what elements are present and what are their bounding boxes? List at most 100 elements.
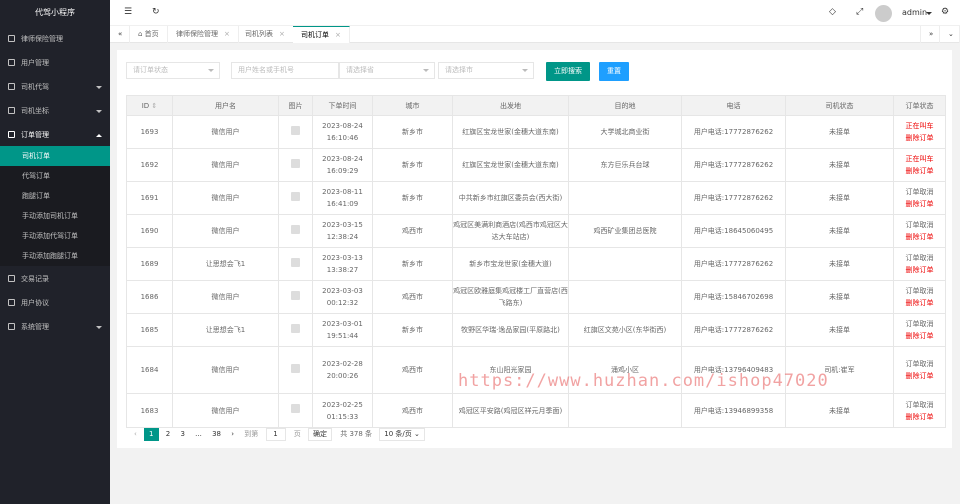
close-icon[interactable]: ×: [279, 30, 285, 38]
page-3[interactable]: 3: [177, 428, 187, 441]
prev-page-icon[interactable]: ‹: [131, 428, 140, 441]
sidebar-item-driver-service[interactable]: 司机代驾: [0, 77, 110, 98]
cell-date: 2023-08-11: [322, 188, 363, 196]
sidebar-item-users[interactable]: 用户管理: [0, 53, 110, 74]
order-status-action[interactable]: 订单取消: [895, 252, 945, 264]
avatar-thumbnail[interactable]: [291, 363, 300, 373]
delete-order-link[interactable]: 删除订单: [895, 165, 945, 177]
delete-order-link[interactable]: 删除订单: [895, 231, 945, 243]
city-select[interactable]: 请选择市: [438, 62, 534, 79]
page-1[interactable]: 1: [144, 428, 159, 441]
sidebar-item-system[interactable]: 系统管理: [0, 317, 110, 338]
cell-city: 新乡市: [372, 148, 453, 182]
avatar-thumbnail[interactable]: [291, 224, 300, 234]
sidebar-item-driver-location[interactable]: 司机坐标: [0, 101, 110, 122]
sidebar-item-orders[interactable]: 订单管理: [0, 125, 110, 146]
sidebar-item-lawyer-insurance[interactable]: 律师保险管理: [0, 29, 110, 50]
submenu-driver-orders[interactable]: 司机订单: [0, 146, 110, 166]
avatar-thumbnail[interactable]: [291, 404, 300, 413]
per-page-select[interactable]: 10 条/页 ⌄: [379, 428, 425, 441]
province-select[interactable]: 请选择省: [339, 62, 435, 79]
goto-label: 到第: [244, 430, 259, 438]
order-status-action[interactable]: 订单取消: [895, 285, 945, 297]
close-icon[interactable]: ×: [335, 31, 341, 39]
cell-time: 2023-08-11 16:41:09: [312, 181, 373, 215]
tab-driver-orders[interactable]: 司机订单 ×: [293, 26, 350, 43]
cell-id: 1693: [126, 115, 173, 149]
avatar-thumbnail[interactable]: [291, 290, 300, 300]
tab-home[interactable]: ⌂ 首页: [130, 26, 168, 43]
avatar-thumbnail[interactable]: [291, 323, 300, 333]
tabs-scroll-right-icon[interactable]: »: [920, 26, 940, 43]
cell-to: 鸡西矿业集团总医院: [568, 214, 682, 248]
cell-image: [278, 346, 313, 394]
order-status-action[interactable]: 正在叫车: [895, 153, 945, 165]
confirm-button[interactable]: 确定: [307, 428, 332, 441]
delete-order-link[interactable]: 删除订单: [895, 297, 945, 309]
avatar-thumbnail[interactable]: [291, 191, 300, 201]
order-status-action[interactable]: 订单取消: [895, 219, 945, 231]
fullscreen-icon[interactable]: ⤢: [856, 7, 863, 17]
tab-lawyer-insurance[interactable]: 律师保险管理 ×: [168, 26, 239, 43]
tab-label: 首页: [144, 30, 159, 38]
cell-phone: 用户电话:18645060495: [681, 214, 786, 248]
search-button[interactable]: 立即搜索: [546, 62, 590, 81]
delete-order-link[interactable]: 删除订单: [895, 132, 945, 144]
submenu-add-errand-order[interactable]: 手动添加跑腿订单: [0, 246, 110, 266]
cell-city: 新乡市: [372, 115, 453, 149]
cell-order-status: 订单取消 删除订单: [893, 346, 946, 394]
submenu-chauffeur-orders[interactable]: 代驾订单: [0, 166, 110, 186]
avatar[interactable]: [875, 5, 892, 22]
cell-phone: 用户电话:17772876262: [681, 115, 786, 149]
user-name[interactable]: admin: [902, 8, 927, 17]
page-input[interactable]: 1: [265, 428, 286, 441]
orders-table: ID ⇕ 用户名 图片 下单时间 城市 出发地 目的地 电话 司机状态 订单状态…: [126, 95, 946, 428]
order-status-action[interactable]: 订单取消: [895, 318, 945, 330]
table-row: 1691 微信用户 2023-08-11 16:41:09 新乡市 中共新乡市红旗区委员会…: [126, 181, 946, 215]
col-header-id[interactable]: ID ⇕: [126, 95, 173, 116]
delete-order-link[interactable]: 删除订单: [895, 198, 945, 210]
delete-order-link[interactable]: 删除订单: [895, 264, 945, 276]
cell-date: 2023-03-03: [322, 287, 363, 295]
cell-clock: 01:15:33: [326, 412, 359, 421]
chevron-down-icon[interactable]: [926, 12, 932, 15]
order-status-action[interactable]: 订单取消: [895, 186, 945, 198]
close-icon[interactable]: ×: [224, 30, 230, 38]
avatar-thumbnail[interactable]: [291, 125, 300, 135]
refresh-icon[interactable]: ↻: [152, 7, 160, 17]
menu-toggle-icon[interactable]: ☰: [124, 7, 132, 17]
page-last[interactable]: 38: [209, 428, 224, 441]
order-status-select[interactable]: 请订单状态: [126, 62, 220, 79]
name-phone-input[interactable]: 用户姓名或手机号: [231, 62, 339, 79]
page-2[interactable]: 2: [163, 428, 173, 441]
next-page-icon[interactable]: ›: [228, 428, 237, 441]
order-status-action[interactable]: 正在叫车: [895, 120, 945, 132]
avatar-thumbnail[interactable]: [291, 158, 300, 168]
sidebar-item-transactions[interactable]: 交易记录: [0, 269, 110, 290]
cell-from: 新乡市宝龙世家(金穗大道): [452, 247, 569, 281]
settings-icon[interactable]: ⚙: [941, 7, 949, 17]
submenu-add-chauffeur-order[interactable]: 手动添加代驾订单: [0, 226, 110, 246]
cell-phone: 用户电话:15846702698: [681, 280, 786, 314]
cell-to: 大学城北商业街: [568, 115, 682, 149]
cell-order-status: 订单取消 删除订单: [893, 247, 946, 281]
avatar-thumbnail[interactable]: [291, 257, 300, 267]
submenu-add-driver-order[interactable]: 手动添加司机订单: [0, 206, 110, 226]
delete-order-link[interactable]: 删除订单: [895, 330, 945, 342]
tabs-menu-icon[interactable]: ⌄: [940, 26, 960, 43]
tab-driver-list[interactable]: 司机列表 ×: [237, 26, 294, 43]
cell-phone: 用户电话:17772876262: [681, 313, 786, 347]
tag-icon[interactable]: ◇: [829, 7, 836, 17]
tabs-scroll-left-icon[interactable]: «: [110, 26, 130, 43]
table-header-row: ID ⇕ 用户名 图片 下单时间 城市 出发地 目的地 电话 司机状态 订单状态: [126, 95, 946, 116]
sidebar-item-agreement[interactable]: 用户协议: [0, 293, 110, 314]
order-status-action[interactable]: 订单取消: [895, 358, 945, 370]
delete-order-link[interactable]: 删除订单: [895, 411, 945, 423]
submenu-errand-orders[interactable]: 跑腿订单: [0, 186, 110, 206]
sidebar-item-label: 司机代驾: [21, 83, 49, 91]
sidebar-item-label: 订单管理: [21, 131, 49, 139]
reset-button[interactable]: 重置: [599, 62, 629, 81]
sort-icon[interactable]: ⇕: [151, 102, 157, 110]
delete-order-link[interactable]: 删除订单: [895, 370, 945, 382]
order-status-action[interactable]: 订单取消: [895, 399, 945, 411]
